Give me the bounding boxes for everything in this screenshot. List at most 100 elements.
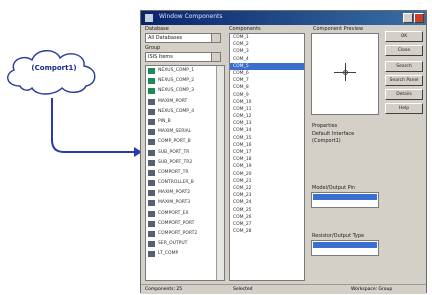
list-item[interactable]: COMPORT_PORT: [146, 219, 224, 229]
chevron-down-icon[interactable]: [211, 53, 220, 61]
component-icon: [148, 210, 155, 217]
list-item[interactable]: MAXIM_PORT: [146, 97, 224, 107]
list-item[interactable]: COM_22: [230, 185, 304, 192]
status-selected: Selected: [233, 287, 253, 292]
close-button[interactable]: Close: [385, 45, 423, 56]
list-item-label: SUB_PORT_TR2: [158, 159, 193, 165]
window-title: Window Components: [159, 13, 223, 20]
list-item[interactable]: COM_21: [230, 178, 304, 185]
list-item[interactable]: COM_15: [230, 135, 304, 142]
list-item-label: SUB_PORT_TR: [158, 149, 190, 155]
list-item[interactable]: COM_1: [230, 34, 304, 41]
list-item-label: NEXUS_COMP_1: [158, 68, 195, 73]
list-item[interactable]: COMPORT_PORT2: [146, 229, 224, 239]
list-item[interactable]: COM_13: [230, 120, 304, 127]
list-item-label: NEXUS_COMP_2: [158, 78, 195, 84]
list-item-label: SER_OUTPUT: [158, 241, 188, 247]
group-label: Group: [145, 45, 161, 51]
preview-label: Component Preview: [313, 26, 364, 32]
list-item[interactable]: COM_27: [230, 221, 304, 228]
pick-devices-dialog: Window Components Database All Databases…: [140, 10, 427, 294]
list-item[interactable]: SER_OUTPUT: [146, 239, 224, 249]
list-item[interactable]: COM_19: [230, 163, 304, 170]
list-item[interactable]: MAXIM_SERIAL: [146, 127, 224, 137]
components-list[interactable]: COM_1 COM_2 COM_3 COM_4 COM_5 COM_6 COM_7 COM_8…: [229, 33, 305, 281]
list-item[interactable]: COM_7: [230, 77, 304, 84]
ok-button[interactable]: OK: [385, 31, 423, 42]
list-item[interactable]: COM_26: [230, 214, 304, 221]
list-item[interactable]: NEXUS_COMP_3: [146, 86, 224, 96]
type-box-label: Resistor/Output Type: [312, 233, 365, 239]
list-item[interactable]: COM_8: [230, 84, 304, 91]
list-item[interactable]: COM_28: [230, 228, 304, 235]
list-item-label: MAXIM_SERIAL: [158, 129, 192, 135]
properties-line-1: Default Interface: [312, 131, 355, 137]
component-icon: [148, 159, 155, 166]
type-box[interactable]: [311, 240, 379, 256]
list-item-label: NEXUS_COMP_3: [158, 88, 195, 94]
list-item[interactable]: MAXIM_PORT3: [146, 198, 224, 208]
list-item[interactable]: NEXUS_COMP_1: [146, 66, 224, 76]
symbol-pin: [343, 70, 348, 75]
list-item[interactable]: COM_11: [230, 106, 304, 113]
list-item[interactable]: COMP_PORT_B: [146, 137, 224, 147]
database-select[interactable]: All Databases: [145, 33, 221, 43]
list-item[interactable]: COM_5: [230, 62, 304, 70]
list-item[interactable]: COM_9: [230, 92, 304, 99]
component-list[interactable]: NEXUS_COMP_1 NEXUS_COMP_2 NEXUS_COMP_3 MAXI…: [145, 65, 225, 281]
list-item-label: NEXUS_COMP_4: [158, 108, 195, 114]
list-item[interactable]: COM_23: [230, 192, 304, 199]
component-icon: [148, 129, 155, 136]
component-icon: [148, 190, 155, 197]
component-icon: [148, 88, 155, 95]
group-select[interactable]: ISIS Items: [145, 52, 221, 62]
list-item-label: PIN_B: [158, 118, 171, 124]
list-item-label: COMPORT_PORT2: [158, 231, 198, 236]
list-item[interactable]: PIN_B: [146, 117, 224, 127]
list-item[interactable]: COM_12: [230, 113, 304, 120]
group-value: ISIS Items: [148, 54, 173, 60]
search-button[interactable]: Search: [385, 61, 423, 72]
app-icon: [145, 14, 153, 22]
model-box-label: Model/Output Pin: [312, 185, 356, 191]
list-item[interactable]: COM_24: [230, 199, 304, 206]
model-box[interactable]: [311, 192, 379, 208]
search-panel-button[interactable]: Search Panel: [385, 75, 423, 86]
title-bar: Window Components: [141, 11, 426, 25]
list-item-label: MAXIM_PORT3: [158, 200, 191, 206]
chevron-down-icon[interactable]: [211, 34, 220, 42]
list-item[interactable]: COM_2: [230, 41, 304, 48]
list-item[interactable]: NEXUS_COMP_4: [146, 107, 224, 117]
details-button[interactable]: Details: [385, 89, 423, 100]
list-item[interactable]: MAXIM_PORT2: [146, 188, 224, 198]
list-item[interactable]: COM_6: [230, 70, 304, 77]
list-item[interactable]: COM_14: [230, 127, 304, 134]
status-workspace: Workspace: Group: [351, 287, 393, 292]
list-item[interactable]: COM_3: [230, 48, 304, 55]
help-title-button[interactable]: [403, 13, 413, 23]
list-item[interactable]: SUB_PORT_TR: [146, 148, 224, 158]
list-item[interactable]: COM_10: [230, 99, 304, 106]
list-item[interactable]: COMPORT_TR: [146, 168, 224, 178]
list-item-label: LT_COMP: [158, 251, 179, 257]
list-item[interactable]: COMPORT_EX: [146, 209, 224, 219]
close-title-button[interactable]: [414, 13, 424, 23]
component-icon: [148, 149, 155, 156]
list-item[interactable]: COM_16: [230, 142, 304, 149]
list-item[interactable]: CONTROLLER_B: [146, 178, 224, 188]
list-item[interactable]: COM_4: [230, 56, 304, 63]
help-button[interactable]: Help: [385, 103, 423, 114]
list-item[interactable]: NEXUS_COMP_2: [146, 76, 224, 86]
list-item[interactable]: COM_18: [230, 156, 304, 163]
component-icon: [148, 169, 155, 176]
list-item[interactable]: COM_20: [230, 171, 304, 178]
list-item[interactable]: LT_COMP: [146, 249, 224, 259]
list-item[interactable]: COM_25: [230, 207, 304, 214]
list-item[interactable]: COM_17: [230, 149, 304, 156]
component-icon: [148, 241, 155, 248]
component-list-scrollbar[interactable]: [216, 66, 224, 280]
database-value: All Databases: [148, 35, 183, 41]
list-item[interactable]: SUB_PORT_TR2: [146, 158, 224, 168]
component-icon: [148, 108, 155, 115]
list-item-label: CONTROLLER_B: [158, 180, 194, 186]
